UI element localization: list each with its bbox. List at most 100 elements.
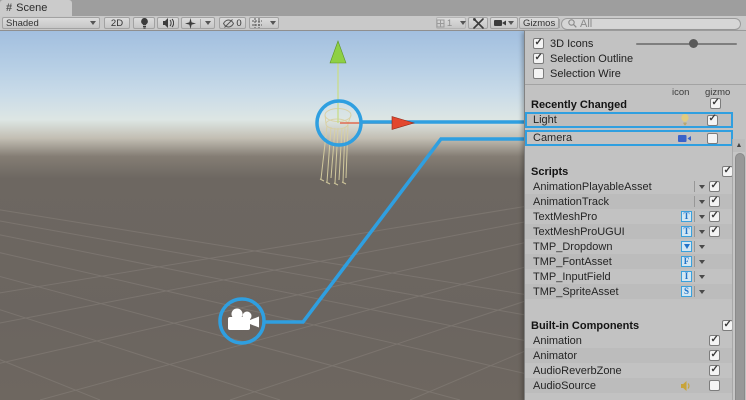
icon-size-slider-knob[interactable] xyxy=(689,39,698,48)
gizmo-checkbox[interactable] xyxy=(709,181,720,192)
gizmo-options-dropdown[interactable] xyxy=(694,270,707,283)
gizmo-row-label: TMP_SpriteAsset xyxy=(533,286,679,298)
gizmo-options-dropdown[interactable] xyxy=(694,255,707,268)
gizmo-row-audioreverbzone[interactable]: AudioReverbZone xyxy=(525,363,733,378)
chevron-down-icon xyxy=(460,21,466,25)
gizmo-row-audiosource[interactable]: AudioSource xyxy=(525,378,733,393)
selection-wire-checkbox[interactable] xyxy=(533,68,544,79)
section-title: Scripts xyxy=(531,166,692,178)
gizmo-row-light[interactable]: Light xyxy=(525,112,733,128)
gizmo-options-dropdown[interactable] xyxy=(694,180,707,193)
2d-label: 2D xyxy=(111,18,123,29)
chevron-down-icon xyxy=(699,245,705,249)
tab-bar: # Scene xyxy=(0,0,746,16)
chevron-down-icon xyxy=(90,21,96,25)
chevron-down-icon xyxy=(699,230,705,234)
gizmo-checkbox[interactable] xyxy=(709,365,720,376)
gizmo-checkbox[interactable] xyxy=(709,211,720,222)
chevron-down-icon xyxy=(699,290,705,294)
grid-visibility-button[interactable] xyxy=(249,17,279,29)
gizmo-row-label: TextMeshPro xyxy=(533,211,679,223)
scene-lighting-button[interactable] xyxy=(133,17,155,29)
gizmo-row-textmeshpro[interactable]: TextMeshProT xyxy=(525,209,733,224)
chevron-down-icon xyxy=(699,200,705,204)
gizmo-row-tmp_inputfield[interactable]: TMP_InputFieldI xyxy=(525,269,733,284)
toggle-selection-outline[interactable]: Selection Outline xyxy=(525,51,746,66)
gizmo-row-tmp_dropdown[interactable]: TMP_Dropdown xyxy=(525,239,733,254)
tools-icon xyxy=(473,18,484,29)
gizmo-options-dropdown[interactable] xyxy=(694,285,707,298)
chevron-down-icon xyxy=(270,21,276,25)
type-letter-icon: T xyxy=(681,226,692,237)
camera-icon xyxy=(678,134,691,143)
3d-icons-checkbox[interactable] xyxy=(533,38,544,49)
scrollbar-thumb[interactable] xyxy=(735,153,745,400)
section-header: Scripts xyxy=(525,164,746,179)
hidden-count-label: 0 xyxy=(236,18,241,29)
gizmo-row-label: TMP_Dropdown xyxy=(533,241,679,253)
panel-scrollbar[interactable]: ▲ xyxy=(732,139,745,400)
toggle-selection-wire[interactable]: Selection Wire xyxy=(525,66,746,81)
shading-mode-dropdown[interactable]: Shaded xyxy=(2,17,100,29)
column-headers: icon gizmo Recently Changed xyxy=(525,85,746,112)
gizmo-row-label: Animator xyxy=(533,350,679,362)
move-tool-y-axis[interactable] xyxy=(330,41,346,123)
gizmos-dropdown-button[interactable]: Gizmos xyxy=(519,17,559,29)
gizmo-row-animator[interactable]: Animator xyxy=(525,348,733,363)
type-letter-icon: F xyxy=(681,256,692,267)
divider xyxy=(200,19,201,28)
gizmo-row-camera[interactable]: Camera xyxy=(525,130,733,146)
gizmo-options-dropdown[interactable] xyxy=(694,240,707,253)
gizmos-section-built-in-components: Built-in ComponentsAnimationAnimatorAudi… xyxy=(525,318,746,393)
gizmos-search-input[interactable]: All xyxy=(561,18,741,30)
gizmo-options-dropdown[interactable] xyxy=(694,210,707,223)
component-tools-button[interactable] xyxy=(468,17,488,29)
effects-icon xyxy=(185,18,196,29)
gizmo-checkbox[interactable] xyxy=(709,226,720,237)
chevron-down-icon xyxy=(699,260,705,264)
2d-toggle-button[interactable]: 2D xyxy=(104,17,130,29)
chevron-down-icon xyxy=(699,185,705,189)
gizmo-row-label: AnimationTrack xyxy=(533,196,679,208)
camera-count-dropdown[interactable]: 1 xyxy=(436,17,466,29)
gizmo-options-dropdown[interactable] xyxy=(694,225,707,238)
icon-column-label: icon xyxy=(672,87,689,98)
scrollbar-up-arrow[interactable]: ▲ xyxy=(733,139,745,152)
chevron-down-icon xyxy=(508,21,514,25)
gizmo-row-animation[interactable]: Animation xyxy=(525,333,733,348)
gizmo-row-animationtrack[interactable]: AnimationTrack xyxy=(525,194,733,209)
audio-source-icon xyxy=(681,381,692,391)
type-letter-icon: I xyxy=(681,271,692,282)
camera-count-label: 1 xyxy=(447,18,452,29)
gizmo-checkbox[interactable] xyxy=(709,196,720,207)
section-title: Built-in Components xyxy=(531,320,692,332)
all-gizmos-checkbox[interactable] xyxy=(710,98,721,109)
gizmo-row-textmeshprougui[interactable]: TextMeshProUGUIT xyxy=(525,224,733,239)
move-tool-x-axis-cone[interactable] xyxy=(392,117,414,130)
3d-icons-label: 3D Icons xyxy=(550,38,593,50)
gizmo-checkbox[interactable] xyxy=(709,380,720,391)
gizmos-section-recently-changed: Light Camera xyxy=(525,112,746,146)
gizmo-checkbox[interactable] xyxy=(709,335,720,346)
camera-grid-icon xyxy=(436,19,445,28)
gizmo-row-animationplayableasset[interactable]: AnimationPlayableAsset xyxy=(525,179,733,194)
gizmo-options-dropdown[interactable] xyxy=(694,195,707,208)
gizmo-row-label: TMP_FontAsset xyxy=(533,256,679,268)
section-title-recently-changed: Recently Changed xyxy=(531,99,627,111)
effects-dropdown-button[interactable] xyxy=(181,17,215,29)
gizmo-checkbox[interactable] xyxy=(707,133,718,144)
scene-audio-button[interactable] xyxy=(157,17,179,29)
gizmo-row-tmp_spriteasset[interactable]: TMP_SpriteAssetS xyxy=(525,284,733,299)
tab-scene[interactable]: # Scene xyxy=(0,0,72,16)
gizmo-checkbox[interactable] xyxy=(707,115,718,126)
gizmos-panel-scroll-area: icon gizmo Recently Changed Light Camera S… xyxy=(525,85,746,400)
selection-outline-checkbox[interactable] xyxy=(533,53,544,64)
camera-callout-line xyxy=(264,139,530,322)
hidden-objects-button[interactable]: 0 xyxy=(219,17,246,29)
search-icon xyxy=(568,19,577,28)
gizmo-row-tmp_fontasset[interactable]: TMP_FontAssetF xyxy=(525,254,733,269)
gizmos-section-scripts: ScriptsAnimationPlayableAsset AnimationTr… xyxy=(525,164,746,299)
scene-camera-dropdown[interactable] xyxy=(490,17,518,29)
icon-size-slider[interactable] xyxy=(636,43,737,45)
gizmo-checkbox[interactable] xyxy=(709,350,720,361)
